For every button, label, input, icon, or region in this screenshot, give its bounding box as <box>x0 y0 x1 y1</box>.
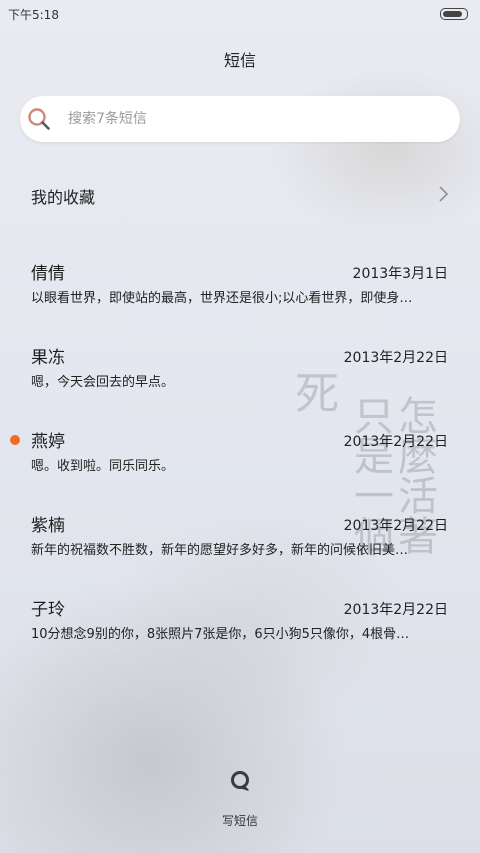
message-date: 2013年2月22日 <box>343 434 448 450</box>
compose-message-icon <box>231 771 249 791</box>
message-date: 2013年2月22日 <box>343 602 448 618</box>
message-preview: 嗯，今天会回去的早点。 <box>31 375 175 390</box>
favorites-row[interactable]: 我的收藏 <box>0 170 480 220</box>
contact-name: 紫楠 <box>31 516 65 536</box>
message-date: 2013年2月22日 <box>343 518 448 534</box>
message-date: 2013年2月22日 <box>343 350 448 366</box>
status-bar: 下午5:18 <box>0 0 480 28</box>
contact-name: 倩倩 <box>31 264 65 284</box>
message-item[interactable]: 紫楠 2013年2月22日 新年的祝福数不胜数，新年的愿望好多好多，新年的问候依… <box>0 505 480 585</box>
message-preview: 新年的祝福数不胜数，新年的愿望好多好多，新年的问候依旧美… <box>31 543 409 558</box>
message-date: 2013年3月1日 <box>352 266 448 282</box>
page-title: 短信 <box>223 51 256 70</box>
contact-name: 子玲 <box>31 600 65 620</box>
message-item[interactable]: 果冻 2013年2月22日 嗯，今天会回去的早点。 <box>0 337 480 417</box>
message-preview: 10分想念9别的你，8张照片7张是你，6只小狗5只像你，4根骨… <box>31 627 410 642</box>
battery-level <box>443 11 462 17</box>
message-item[interactable]: 子玲 2013年2月22日 10分想念9别的你，8张照片7张是你，6只小狗5只像… <box>0 589 480 669</box>
chevron-right-icon <box>439 186 449 202</box>
message-preview: 嗯。收到啦。同乐同乐。 <box>31 459 175 474</box>
message-preview: 以眼看世界，即使站的最高，世界还是很小;以心看世界，即使身… <box>31 291 413 306</box>
unread-indicator <box>10 435 20 445</box>
message-item[interactable]: 倩倩 2013年3月1日 以眼看世界，即使站的最高，世界还是很小;以心看世界，即… <box>0 253 480 333</box>
search-input[interactable]: 搜索7条短信 <box>68 96 147 142</box>
favorites-label: 我的收藏 <box>31 188 96 207</box>
status-time: 下午5:18 <box>8 8 59 22</box>
contact-name: 果冻 <box>31 348 65 368</box>
battery-icon <box>440 8 468 20</box>
search-icon <box>28 108 50 130</box>
contact-name: 燕婷 <box>31 432 65 452</box>
compose-button[interactable]: 写短信 <box>200 762 280 832</box>
search-bar[interactable]: 搜索7条短信 <box>20 96 460 142</box>
compose-label: 写短信 <box>221 814 258 828</box>
message-item[interactable]: 燕婷 2013年2月22日 嗯。收到啦。同乐同乐。 <box>0 421 480 501</box>
